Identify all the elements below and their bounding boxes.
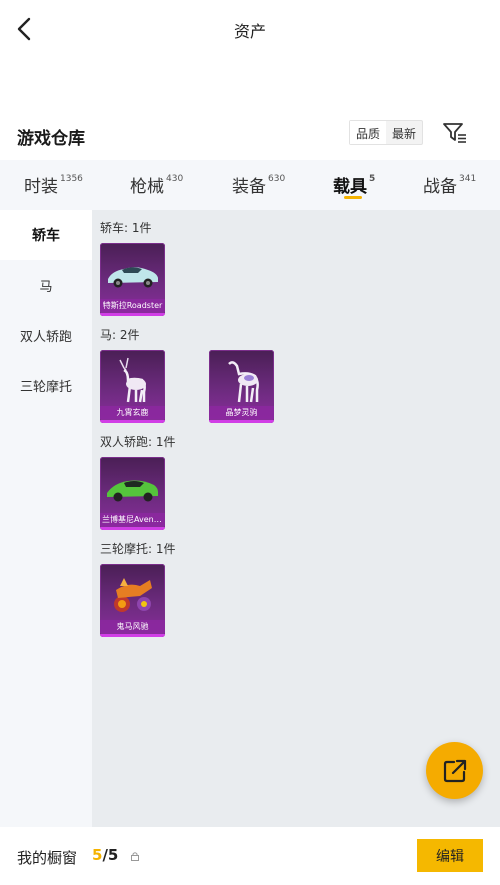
subcategory-sidebar: 轿车 马 双人轿跑 三轮摩托: [0, 210, 92, 827]
sidebar-item-trike[interactable]: 三轮摩托: [0, 360, 92, 410]
bottom-bar: 我的橱窗 5/5 编辑: [0, 827, 500, 885]
showcase-current: 5: [92, 846, 103, 864]
rarity-stripe: [209, 420, 274, 423]
sort-newest-button[interactable]: 最新: [386, 121, 422, 144]
filter-button[interactable]: [442, 122, 468, 144]
share-fab-button[interactable]: [426, 742, 483, 799]
share-external-icon: [443, 759, 466, 782]
rarity-stripe: [100, 634, 165, 637]
sidebar-item-coupe[interactable]: 双人轿跑: [0, 310, 92, 360]
page-title: 资产: [233, 22, 266, 41]
group-label-trike: 三轮摩托: 1件: [100, 542, 176, 556]
group-label-horse: 马: 2件: [100, 328, 140, 342]
sort-toggle: 品质 最新: [349, 120, 424, 145]
group-label-sedan: 轿车: 1件: [100, 221, 152, 235]
rarity-stripe: [100, 420, 165, 423]
car-image: [108, 267, 158, 288]
rarity-stripe: [100, 313, 165, 316]
sidebar-item-sedan[interactable]: 轿车: [0, 210, 92, 260]
item-name: 鬼马风驰: [100, 620, 165, 633]
item-name: 九霄玄鹿: [100, 406, 165, 419]
group-label-coupe: 双人轿跑: 1件: [100, 435, 176, 449]
trike-image: [114, 578, 152, 612]
tab-vehicles[interactable]: 载具 5: [333, 172, 375, 197]
item-grid: 轿车: 1件 特斯拉Roadster 马: 2件 九霄玄鹿 晶梦灵驹 双人轿跑:…: [92, 210, 500, 827]
showcase-label: 我的橱窗: [17, 849, 78, 867]
edit-button[interactable]: 编辑: [417, 839, 483, 872]
item-name: 晶梦灵驹: [209, 406, 274, 419]
filter-icon: [443, 123, 466, 143]
sidebar-item-horse[interactable]: 马: [0, 260, 92, 310]
item-card-lamborghini[interactable]: 兰博基尼Aventador: [100, 457, 165, 530]
sort-quality-button[interactable]: 品质: [350, 121, 387, 144]
item-card-trike[interactable]: 鬼马风驰: [100, 564, 165, 637]
tab-combat-gear[interactable]: 战备 341: [423, 172, 476, 197]
tab-firearms[interactable]: 枪械 430: [130, 172, 183, 197]
item-card-deer[interactable]: 九霄玄鹿: [100, 350, 165, 423]
section-header: 游戏仓库 品质 最新: [0, 118, 500, 154]
horse-image: [228, 361, 259, 403]
item-name: 特斯拉Roadster: [100, 299, 165, 312]
item-name: 兰博基尼Aventador: [100, 513, 165, 526]
showcase-count: 5/5: [92, 846, 118, 864]
car-image: [107, 480, 158, 502]
item-card-tesla-roadster[interactable]: 特斯拉Roadster: [100, 243, 165, 316]
category-tabs: 时装 1356 枪械 430 装备 630 载具 5 战备 341: [0, 160, 500, 210]
tab-fashion[interactable]: 时装 1356: [24, 172, 83, 197]
showcase-total: /5: [102, 846, 119, 864]
item-card-crystal-horse[interactable]: 晶梦灵驹: [209, 350, 274, 423]
lock-icon: [131, 852, 139, 861]
active-tab-indicator: [344, 196, 362, 199]
top-bar: 资产: [0, 0, 500, 60]
tab-equipment[interactable]: 装备 630: [232, 172, 285, 197]
deer-image: [119, 357, 146, 403]
section-title: 游戏仓库: [17, 129, 85, 149]
rarity-stripe: [100, 527, 165, 530]
